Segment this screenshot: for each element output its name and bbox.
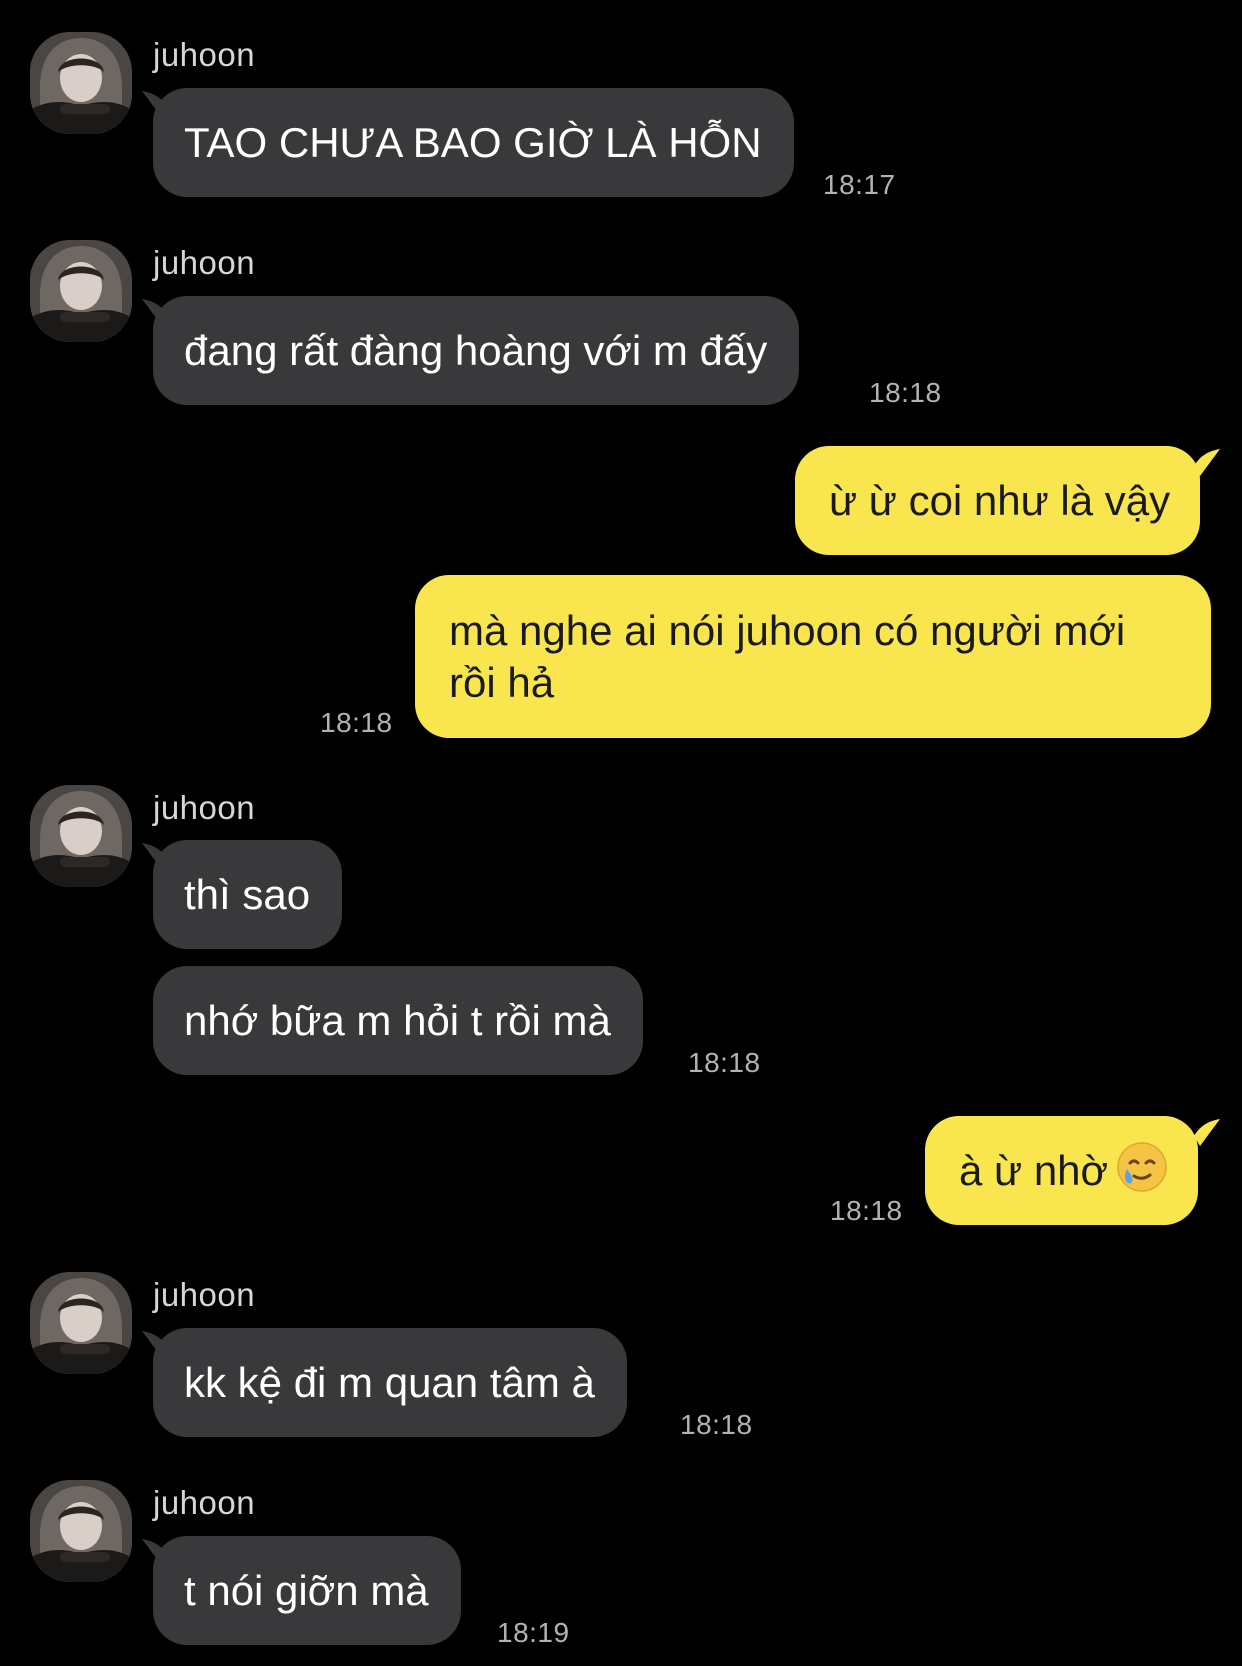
message-bubble-incoming[interactable]: t nói giỡn mà: [153, 1536, 461, 1645]
sender-name: juhoon: [153, 1276, 256, 1313]
sender-name: juhoon: [153, 1484, 256, 1521]
message-bubble-incoming[interactable]: TAO CHƯA BAO GIỜ LÀ HỖN: [153, 88, 794, 197]
message-bubble-incoming[interactable]: thì sao: [153, 840, 343, 949]
sender-avatar[interactable]: [30, 32, 132, 134]
message-bubble-outgoing[interactable]: mà nghe ai nói juhoon có người mới rồi h…: [415, 575, 1211, 738]
smiling-face-with-tear-icon: [1116, 1124, 1168, 1233]
message-bubble-outgoing[interactable]: ừ ừ coi như là vậy: [795, 446, 1201, 555]
sender-name: juhoon: [153, 789, 256, 826]
message-timestamp: 18:18: [680, 1409, 753, 1440]
message-timestamp: 18:18: [869, 377, 942, 408]
message-bubble-outgoing[interactable]: à ừ nhờ: [925, 1116, 1199, 1225]
message-bubble-incoming[interactable]: đang rất đàng hoàng với m đấy: [153, 296, 800, 405]
message-timestamp: 18:17: [823, 169, 896, 200]
message-text: à ừ nhờ: [959, 1147, 1109, 1194]
message-timestamp: 18:18: [320, 707, 393, 738]
sender-avatar[interactable]: [30, 1480, 132, 1582]
message-timestamp: 18:19: [497, 1617, 570, 1648]
message-timestamp: 18:18: [688, 1047, 761, 1078]
sender-avatar[interactable]: [30, 1272, 132, 1374]
sender-avatar[interactable]: [30, 785, 132, 887]
sender-name: juhoon: [153, 36, 256, 73]
message-bubble-incoming[interactable]: nhớ bữa m hỏi t rồi mà: [153, 966, 643, 1075]
message-timestamp: 18:18: [830, 1195, 903, 1226]
sender-avatar[interactable]: [30, 240, 132, 342]
sender-name: juhoon: [153, 244, 256, 281]
message-bubble-incoming[interactable]: kk kệ đi m quan tâm à: [153, 1328, 627, 1437]
